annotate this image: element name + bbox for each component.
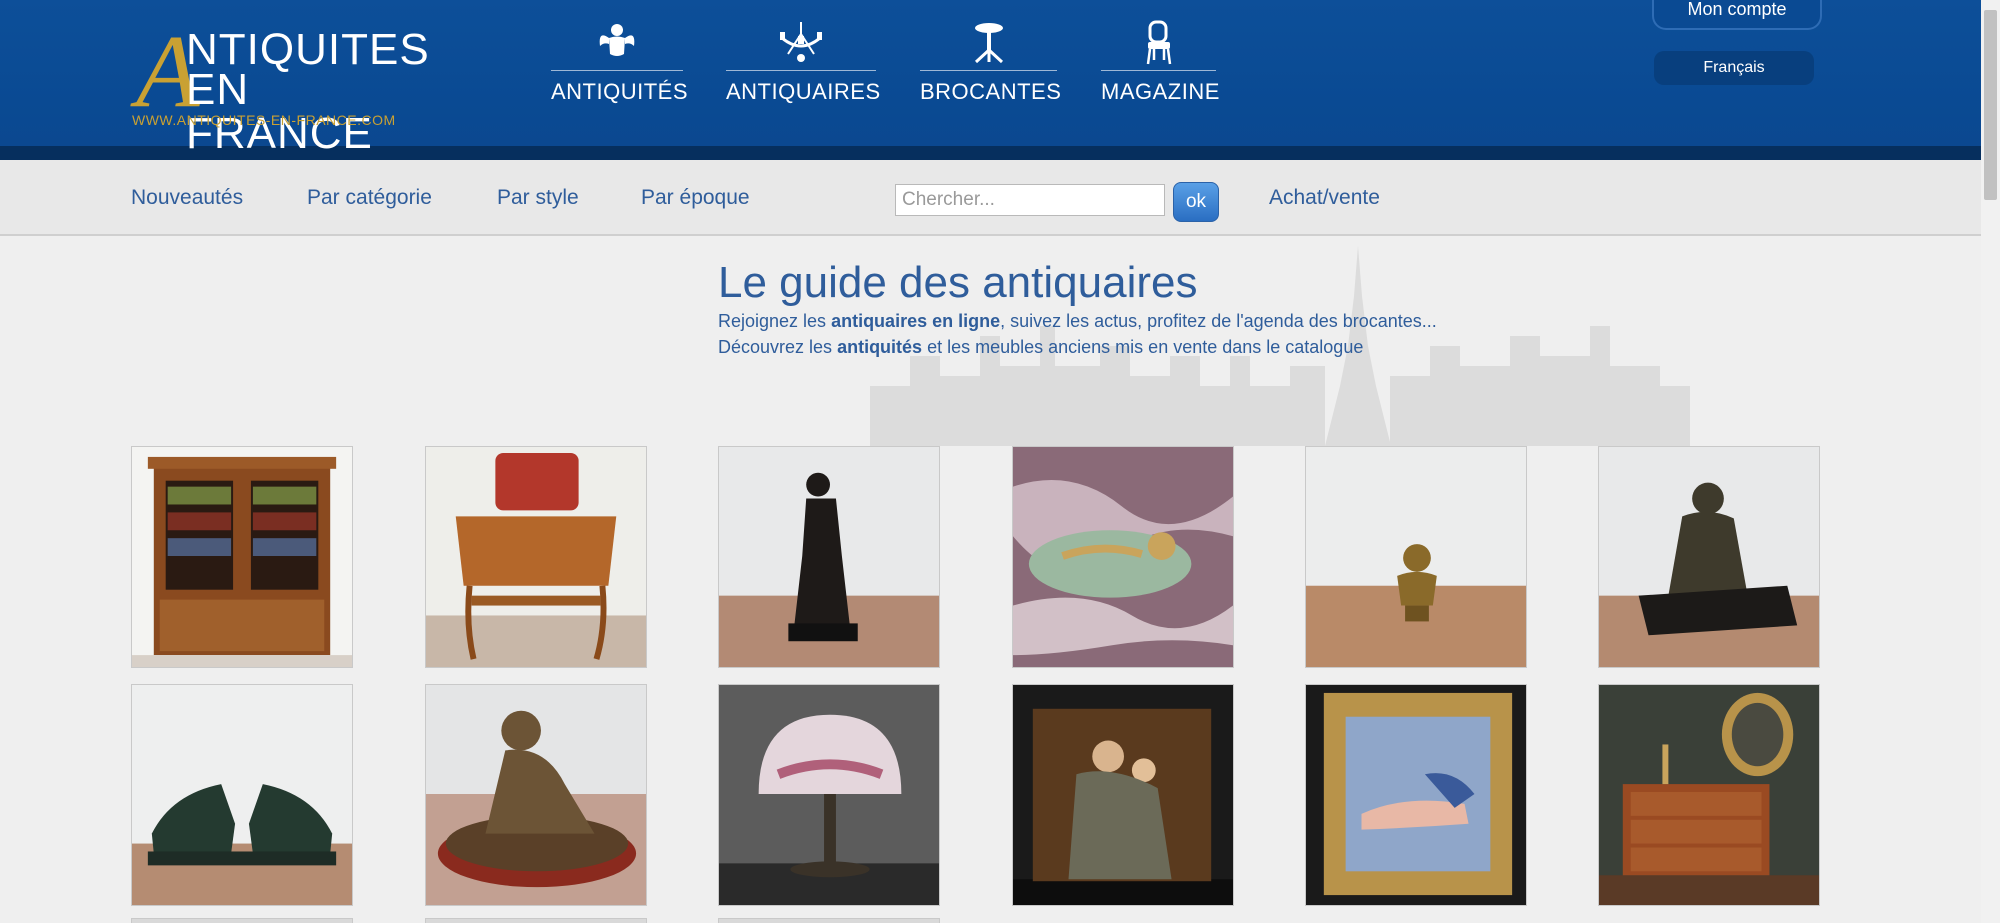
- guide-intro-line-1: Rejoignez les antiquaires en ligne, suiv…: [718, 311, 1437, 332]
- intro-text: , suivez les actus, profitez de l'agenda…: [1000, 311, 1437, 331]
- gallery-item-venus-statue[interactable]: [718, 446, 940, 668]
- intro-text: Découvrez les: [718, 337, 838, 357]
- antiquaires-link[interactable]: antiquaires en ligne: [831, 311, 1000, 331]
- account-button[interactable]: Mon compte: [1652, 0, 1822, 30]
- page-scrollbar[interactable]: [1981, 0, 2000, 923]
- nav-antiquites[interactable]: ANTIQUITÉS: [551, 20, 689, 110]
- site-logo[interactable]: A NTIQUITES EN FRANCE WWW.ANTIQUITES-EN-…: [130, 20, 440, 156]
- scrollbar-thumb[interactable]: [1984, 10, 1997, 200]
- gallery-item-bronze-child[interactable]: [425, 684, 647, 906]
- gallery-item-partial[interactable]: [425, 918, 647, 923]
- gallery-item-panther-bookends[interactable]: [131, 684, 353, 906]
- nav-rule: [726, 70, 876, 71]
- gallery-item-art-nouveau-lamp[interactable]: [718, 684, 940, 906]
- gallery-item-bronze-bust[interactable]: [1305, 446, 1527, 668]
- subnav-par-categorie[interactable]: Par catégorie: [307, 186, 432, 210]
- nav-rule: [1101, 70, 1216, 71]
- louis-xvi-commode-thumbnail: [1599, 685, 1819, 905]
- nav-label: ANTIQUAIRES: [726, 79, 881, 104]
- madonna-painting-thumbnail: [1013, 685, 1233, 905]
- chair-icon: [1146, 20, 1171, 65]
- intro-text: et les meubles anciens mis en vente dans…: [922, 337, 1364, 357]
- gallery-item-writing-table[interactable]: [425, 446, 647, 668]
- venus-statue-thumbnail: [719, 447, 939, 667]
- logo-url: WWW.ANTIQUITES-EN-FRANCE.COM: [132, 112, 396, 128]
- bronze-child-thumbnail: [426, 685, 646, 905]
- chandelier-icon: [780, 22, 822, 62]
- gallery-item-madonna-painting[interactable]: [1012, 684, 1234, 906]
- search-input[interactable]: [895, 184, 1165, 216]
- gallery-item-louis-xvi-commode[interactable]: [1598, 684, 1820, 906]
- gallery-item-bronze-faun[interactable]: [1598, 446, 1820, 668]
- subnav-par-epoque[interactable]: Par époque: [641, 186, 750, 210]
- language-selector[interactable]: Français: [1654, 51, 1814, 85]
- gallery-item-bookcase[interactable]: [131, 446, 353, 668]
- gallery-item-partial[interactable]: [718, 918, 940, 923]
- art-nouveau-lamp-thumbnail: [719, 685, 939, 905]
- subnav-nouveautes[interactable]: Nouveautés: [131, 186, 243, 210]
- antiquites-link[interactable]: antiquités: [837, 337, 922, 357]
- nav-label: ANTIQUITÉS: [551, 79, 689, 104]
- secondary-nav: Nouveautés Par catégorie Par style Par é…: [0, 160, 1981, 236]
- bookcase-thumbnail: [132, 447, 352, 667]
- cherub-icon: [599, 24, 635, 56]
- nav-brocantes[interactable]: BROCANTES: [920, 20, 1062, 110]
- page-title: Le guide des antiquaires: [718, 258, 1198, 307]
- gallery-item-onyx-tray[interactable]: [1012, 446, 1234, 668]
- nav-label: BROCANTES: [920, 79, 1062, 104]
- guide-intro-line-2: Découvrez les antiquités et les meubles …: [718, 337, 1363, 358]
- nav-rule: [920, 70, 1057, 71]
- search-ok-button[interactable]: ok: [1173, 182, 1219, 222]
- subnav-par-style[interactable]: Par style: [497, 186, 579, 210]
- gallery-item-framed-nude[interactable]: [1305, 684, 1527, 906]
- panther-bookends-thumbnail: [132, 685, 352, 905]
- table-icon: [974, 23, 1003, 64]
- bronze-faun-thumbnail: [1599, 447, 1819, 667]
- writing-table-thumbnail: [426, 447, 646, 667]
- gallery-item-partial[interactable]: [131, 918, 353, 923]
- bronze-bust-thumbnail: [1306, 447, 1526, 667]
- nav-label: MAGAZINE: [1101, 79, 1220, 104]
- intro-text: Rejoignez les: [718, 311, 832, 331]
- nav-antiquaires[interactable]: ANTIQUAIRES: [726, 20, 881, 110]
- nav-rule: [551, 70, 683, 71]
- onyx-tray-thumbnail: [1013, 447, 1233, 667]
- framed-nude-thumbnail: [1306, 685, 1526, 905]
- subnav-achat-vente[interactable]: Achat/vente: [1269, 186, 1380, 210]
- nav-magazine[interactable]: MAGAZINE: [1101, 20, 1220, 110]
